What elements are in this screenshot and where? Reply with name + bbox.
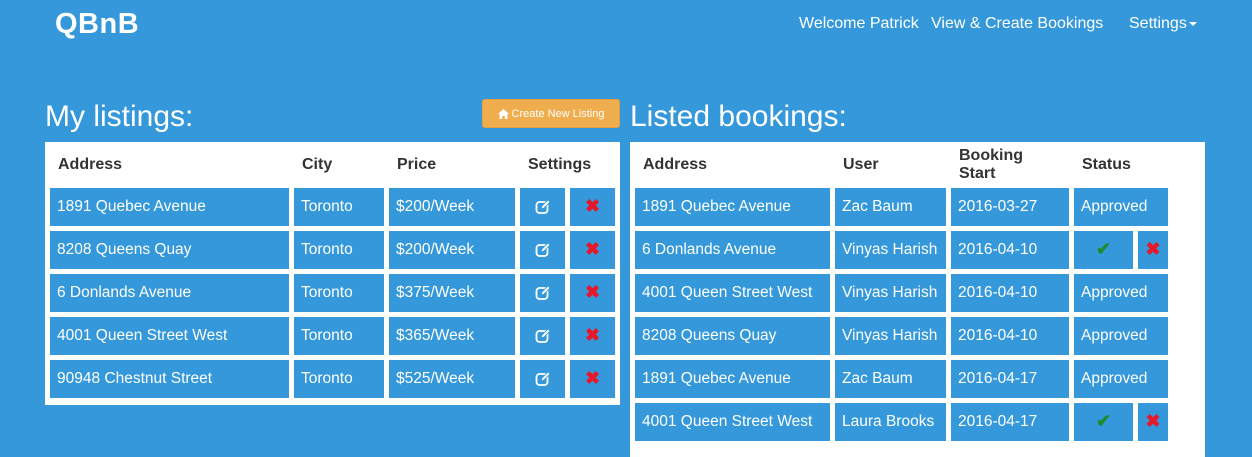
delete-listing-button[interactable]: ✖ [570, 317, 615, 355]
listings-panel: Address City Price Settings 1891 Quebec … [45, 142, 620, 405]
delete-listing-button[interactable]: ✖ [570, 188, 615, 226]
listing-address: 6 Donlands Avenue [50, 274, 289, 312]
approve-booking-button[interactable]: ✔ [1074, 231, 1133, 269]
booking-address: 8208 Queens Quay [635, 317, 830, 355]
booking-address: 1891 Quebec Avenue [635, 360, 830, 398]
booking-address: 4001 Queen Street West [635, 274, 830, 312]
edit-icon [520, 371, 565, 387]
booking-status: Approved [1074, 274, 1168, 312]
x-icon: ✖ [584, 282, 601, 302]
x-icon: ✖ [1145, 411, 1161, 431]
navbar: Welcome Patrick View & Create Bookings S… [0, 15, 1252, 39]
edit-listing-button[interactable] [520, 231, 565, 269]
booking-start: 2016-03-27 [951, 188, 1069, 226]
bookings-panel: Address User Booking Start Status 1891 Q… [630, 142, 1205, 457]
listing-city: Toronto [294, 188, 384, 226]
listing-price: $525/Week [389, 360, 515, 398]
edit-listing-button[interactable] [520, 317, 565, 355]
booking-address: 6 Donlands Avenue [635, 231, 830, 269]
table-row: 8208 Queens Quay Vinyas Harish 2016-04-10 A… [635, 317, 1168, 355]
listing-city: Toronto [294, 360, 384, 398]
col-address: Address [643, 156, 708, 173]
booking-status: Approved [1074, 360, 1168, 398]
table-row: 4001 Queen Street West Vinyas Harish 2016-… [635, 274, 1168, 312]
caret-down-icon [1188, 21, 1197, 26]
listing-address: 1891 Quebec Avenue [50, 188, 289, 226]
booking-user: Vinyas Harish [835, 231, 946, 269]
table-row: 8208 Queens Quay Toronto $200/Week ✖ [50, 231, 615, 269]
table-row: 1891 Quebec Avenue Toronto $200/Week ✖ [50, 188, 615, 226]
col-address: Address [58, 156, 123, 173]
home-icon [497, 108, 509, 119]
booking-status: Approved [1074, 317, 1168, 355]
reject-booking-button[interactable]: ✖ [1138, 231, 1168, 269]
col-user: User [843, 156, 879, 173]
edit-icon [520, 242, 565, 258]
edit-listing-button[interactable] [520, 188, 565, 226]
booking-start: 2016-04-10 [951, 231, 1069, 269]
booking-user: Vinyas Harish [835, 274, 946, 312]
col-status: Status [1082, 156, 1131, 173]
check-icon: ✔ [1095, 239, 1112, 259]
edit-icon [520, 199, 565, 215]
listing-address: 90948 Chestnut Street [50, 360, 289, 398]
x-icon: ✖ [584, 196, 601, 216]
check-icon: ✔ [1095, 411, 1112, 431]
booking-user: Zac Baum [835, 188, 946, 226]
col-booking-start: Booking Start [959, 147, 1023, 182]
settings-label: Settings [1129, 15, 1187, 32]
table-row: 1891 Quebec Avenue Zac Baum 2016-03-27 Appr… [635, 188, 1168, 226]
table-row: 90948 Chestnut Street Toronto $525/Week ✖ [50, 360, 615, 398]
table-row: 4001 Queen Street West Toronto $365/Week ✖ [50, 317, 615, 355]
listing-address: 4001 Queen Street West [50, 317, 289, 355]
table-row: 1891 Quebec Avenue Zac Baum 2016-04-17 Appr… [635, 360, 1168, 398]
listings-table: Address City Price Settings 1891 Quebec … [45, 142, 620, 403]
x-icon: ✖ [584, 239, 601, 259]
approve-booking-button[interactable]: ✔ [1074, 403, 1133, 441]
delete-listing-button[interactable]: ✖ [570, 231, 615, 269]
x-icon: ✖ [584, 325, 601, 345]
booking-user: Zac Baum [835, 360, 946, 398]
listing-price: $200/Week [389, 188, 515, 226]
settings-dropdown[interactable]: Settings [1129, 15, 1197, 33]
x-icon: ✖ [1145, 239, 1161, 259]
bookings-title: Listed bookings: [630, 100, 847, 133]
x-icon: ✖ [584, 368, 601, 388]
table-row: 4001 Queen Street West Laura Brooks 2016-0… [635, 403, 1168, 441]
delete-listing-button[interactable]: ✖ [570, 360, 615, 398]
listing-price: $200/Week [389, 231, 515, 269]
booking-address: 1891 Quebec Avenue [635, 188, 830, 226]
booking-user: Vinyas Harish [835, 317, 946, 355]
reject-booking-button[interactable]: ✖ [1138, 403, 1168, 441]
edit-icon [520, 285, 565, 301]
listing-address: 8208 Queens Quay [50, 231, 289, 269]
booking-user: Laura Brooks [835, 403, 946, 441]
edit-listing-button[interactable] [520, 360, 565, 398]
booking-status: Approved [1074, 188, 1168, 226]
table-row: 6 Donlands Avenue Toronto $375/Week ✖ [50, 274, 615, 312]
booking-address: 4001 Queen Street West [635, 403, 830, 441]
bookings-table: Address User Booking Start Status 1891 Q… [630, 142, 1173, 446]
booking-start: 2016-04-17 [951, 360, 1069, 398]
listing-city: Toronto [294, 231, 384, 269]
booking-start: 2016-04-10 [951, 274, 1069, 312]
col-settings: Settings [528, 156, 592, 173]
edit-listing-button[interactable] [520, 274, 565, 312]
listing-price: $365/Week [389, 317, 515, 355]
listing-price: $375/Week [389, 274, 515, 312]
listing-city: Toronto [294, 317, 384, 355]
listings-title: My listings: [45, 100, 194, 133]
col-price: Price [397, 156, 437, 173]
welcome-link[interactable]: Welcome Patrick [799, 15, 919, 33]
edit-icon [520, 328, 565, 344]
table-row: 6 Donlands Avenue Vinyas Harish 2016-04-10… [635, 231, 1168, 269]
delete-listing-button[interactable]: ✖ [570, 274, 615, 312]
booking-start: 2016-04-17 [951, 403, 1069, 441]
booking-start: 2016-04-10 [951, 317, 1069, 355]
view-create-bookings-link[interactable]: View & Create Bookings [931, 15, 1103, 33]
create-new-listing-label: Create New Listing [511, 107, 605, 120]
create-new-listing-button[interactable]: Create New Listing [482, 99, 620, 128]
col-city: City [302, 156, 333, 173]
listing-city: Toronto [294, 274, 384, 312]
